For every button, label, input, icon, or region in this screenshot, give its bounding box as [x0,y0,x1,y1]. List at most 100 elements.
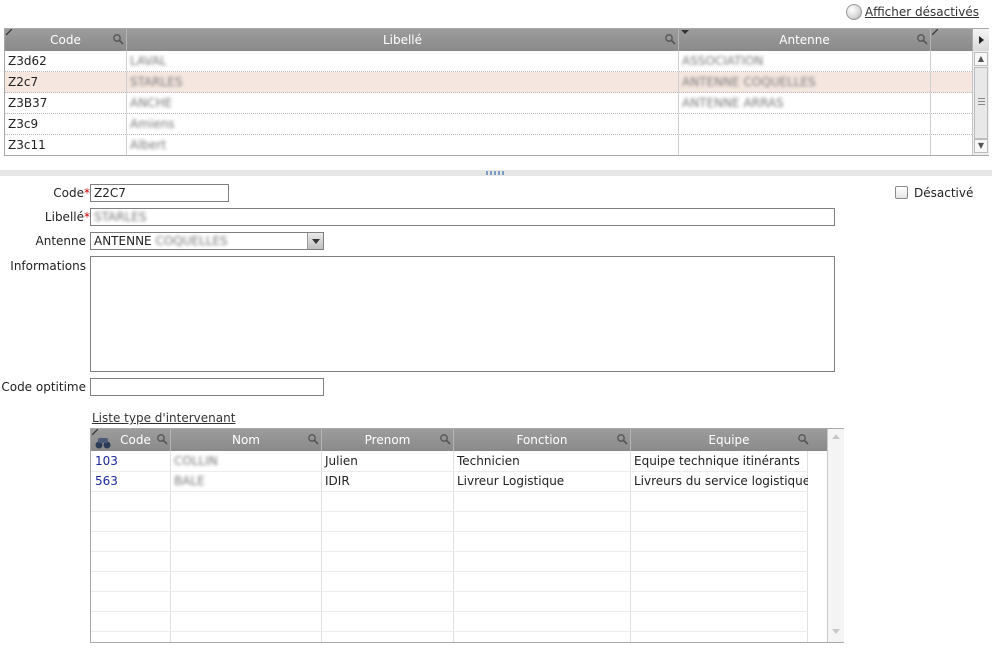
cell-code: Z3B37 [5,93,127,113]
filter-search-icon[interactable] [916,33,928,45]
splitter-grip-icon [486,171,506,175]
cell-nom-text: COLLIN [174,454,218,468]
code-label: Code* [20,186,90,200]
table-row[interactable]: Z3B37 ANCHE ANTENNE ARRAS [5,93,972,114]
libelle-label-text: Libellé [44,210,84,224]
libelle-input[interactable]: STARLES [90,208,835,226]
subgrid-scrollbar[interactable] [827,429,844,642]
pane-splitter[interactable] [0,170,992,176]
cell-libelle-text: Amiens [130,117,175,131]
cell-code[interactable]: 563 [91,471,170,491]
antenne-value-prefix: ANTENNE [94,234,152,248]
filter-search-icon[interactable] [439,433,451,445]
desactive-label: Désactivé [914,186,974,200]
scroll-down-icon[interactable]: ▼ [974,139,988,153]
cell-libelle-text: Albert [130,138,167,152]
antenne-select[interactable]: ANTENNE COQUELLES [90,232,324,250]
filter-search-icon[interactable] [797,433,809,445]
row-line [91,571,808,572]
cell-antenne: ANTENNE COQUELLES [679,72,931,92]
table-row[interactable]: Z3c11 Albert [5,135,972,156]
column-header-nom-label: Nom [231,433,260,447]
cell-antenne-text: ANTENNE COQUELLES [682,75,816,89]
column-header-empty [931,29,972,51]
pin-icon [932,29,938,35]
informations-textarea[interactable] [90,256,835,372]
filter-search-icon[interactable] [307,433,319,445]
column-header-fonction[interactable]: Fonction [454,429,631,451]
cell-libelle-text: ANCHE [130,96,173,110]
informations-label: Informations [10,259,86,273]
scroll-down-icon[interactable] [832,629,840,634]
column-header-code[interactable]: Code [91,429,171,451]
pin-icon [6,29,12,35]
antenne-grid: Code Libellé Antenne Z3d62 LAVAL ASSOCIA… [4,28,989,156]
top-grid-scrollbar[interactable]: ▲ ▼ [972,51,989,155]
table-row-selected[interactable]: Z2c7 STARLES ANTENNE COQUELLES [5,72,972,93]
row-line [91,611,808,612]
column-header-code[interactable]: Code [5,29,127,51]
cell-antenne: ASSOCIATION [679,51,931,71]
filter-search-icon[interactable] [616,433,628,445]
scrollbar-thumb[interactable] [974,67,988,139]
libelle-value: STARLES [94,210,147,224]
column-header-libelle[interactable]: Libellé [127,29,679,51]
filter-search-icon[interactable] [664,33,676,45]
show-disabled-toggle[interactable]: Afficher désactivés [845,4,979,20]
cell-libelle-text: LAVAL [130,54,167,68]
intervenant-list-link[interactable]: Liste type d'intervenant [92,411,235,425]
grip-icon [978,98,985,105]
cell-nom: BALE [170,471,321,491]
subgrid-header: Code Nom Prenom Fonction Equipe [91,429,827,451]
row-line [91,511,808,512]
column-header-prenom[interactable]: Prenom [322,429,454,451]
scroll-up-icon[interactable] [832,434,840,439]
column-header-code-label: Code [50,33,81,47]
column-header-libelle-label: Libellé [382,33,423,47]
code-optitime-input[interactable] [90,378,324,396]
scroll-up-icon[interactable]: ▲ [974,52,988,66]
code-input[interactable]: Z2C7 [90,184,229,202]
cell-code: Z2c7 [5,72,127,92]
filter-search-icon[interactable] [112,33,124,45]
column-header-nom[interactable]: Nom [171,429,322,451]
column-header-antenne-label: Antenne [779,33,830,47]
cell-code[interactable]: 103 [91,451,170,471]
column-header-fonction-label: Fonction [516,433,568,447]
cell-libelle: Albert [127,135,679,155]
show-disabled-link[interactable]: Afficher désactivés [865,5,979,19]
row-line [91,491,808,492]
grid-header: Code Libellé Antenne [5,29,972,51]
table-row[interactable]: Z3d62 LAVAL ASSOCIATION [5,51,972,72]
cell-prenom: IDIR [325,474,350,488]
cell-libelle: LAVAL [127,51,679,71]
cell-libelle: STARLES [127,72,679,92]
libelle-label: Libellé* [20,210,90,224]
cell-libelle-text: STARLES [130,75,183,89]
desactive-checkbox[interactable] [895,186,908,199]
column-header-equipe-label: Equipe [708,433,750,447]
chevron-down-icon[interactable] [307,233,323,249]
sort-arrow-icon [681,30,689,34]
cell-nom-text: BALE [174,474,205,488]
code-optitime-label: Code optitime [1,380,86,394]
column-header-antenne[interactable]: Antenne [679,29,931,51]
column-header-code-label: Code [120,433,151,447]
cell-equipe: Equipe technique itinérants [634,454,800,468]
filter-search-icon[interactable] [156,433,168,445]
binoculars-icon[interactable] [95,434,111,449]
cell-antenne [679,114,931,134]
cell-code: Z3c9 [5,114,127,134]
column-menu-button[interactable] [972,29,989,51]
cell-antenne-text: ANTENNE ARRAS [682,96,784,110]
code-label-text: Code [53,186,84,200]
cell-code: Z3d62 [5,51,127,71]
cell-libelle: ANCHE [127,93,679,113]
row-line [91,551,808,552]
antenne-value-rest: COQUELLES [155,234,228,248]
cell-fonction: Livreur Logistique [457,474,565,488]
table-row[interactable]: Z3c9 Amiens [5,114,972,135]
cell-prenom: Julien [325,454,358,468]
column-header-equipe[interactable]: Equipe [631,429,827,451]
cell-libelle: Amiens [127,114,679,134]
